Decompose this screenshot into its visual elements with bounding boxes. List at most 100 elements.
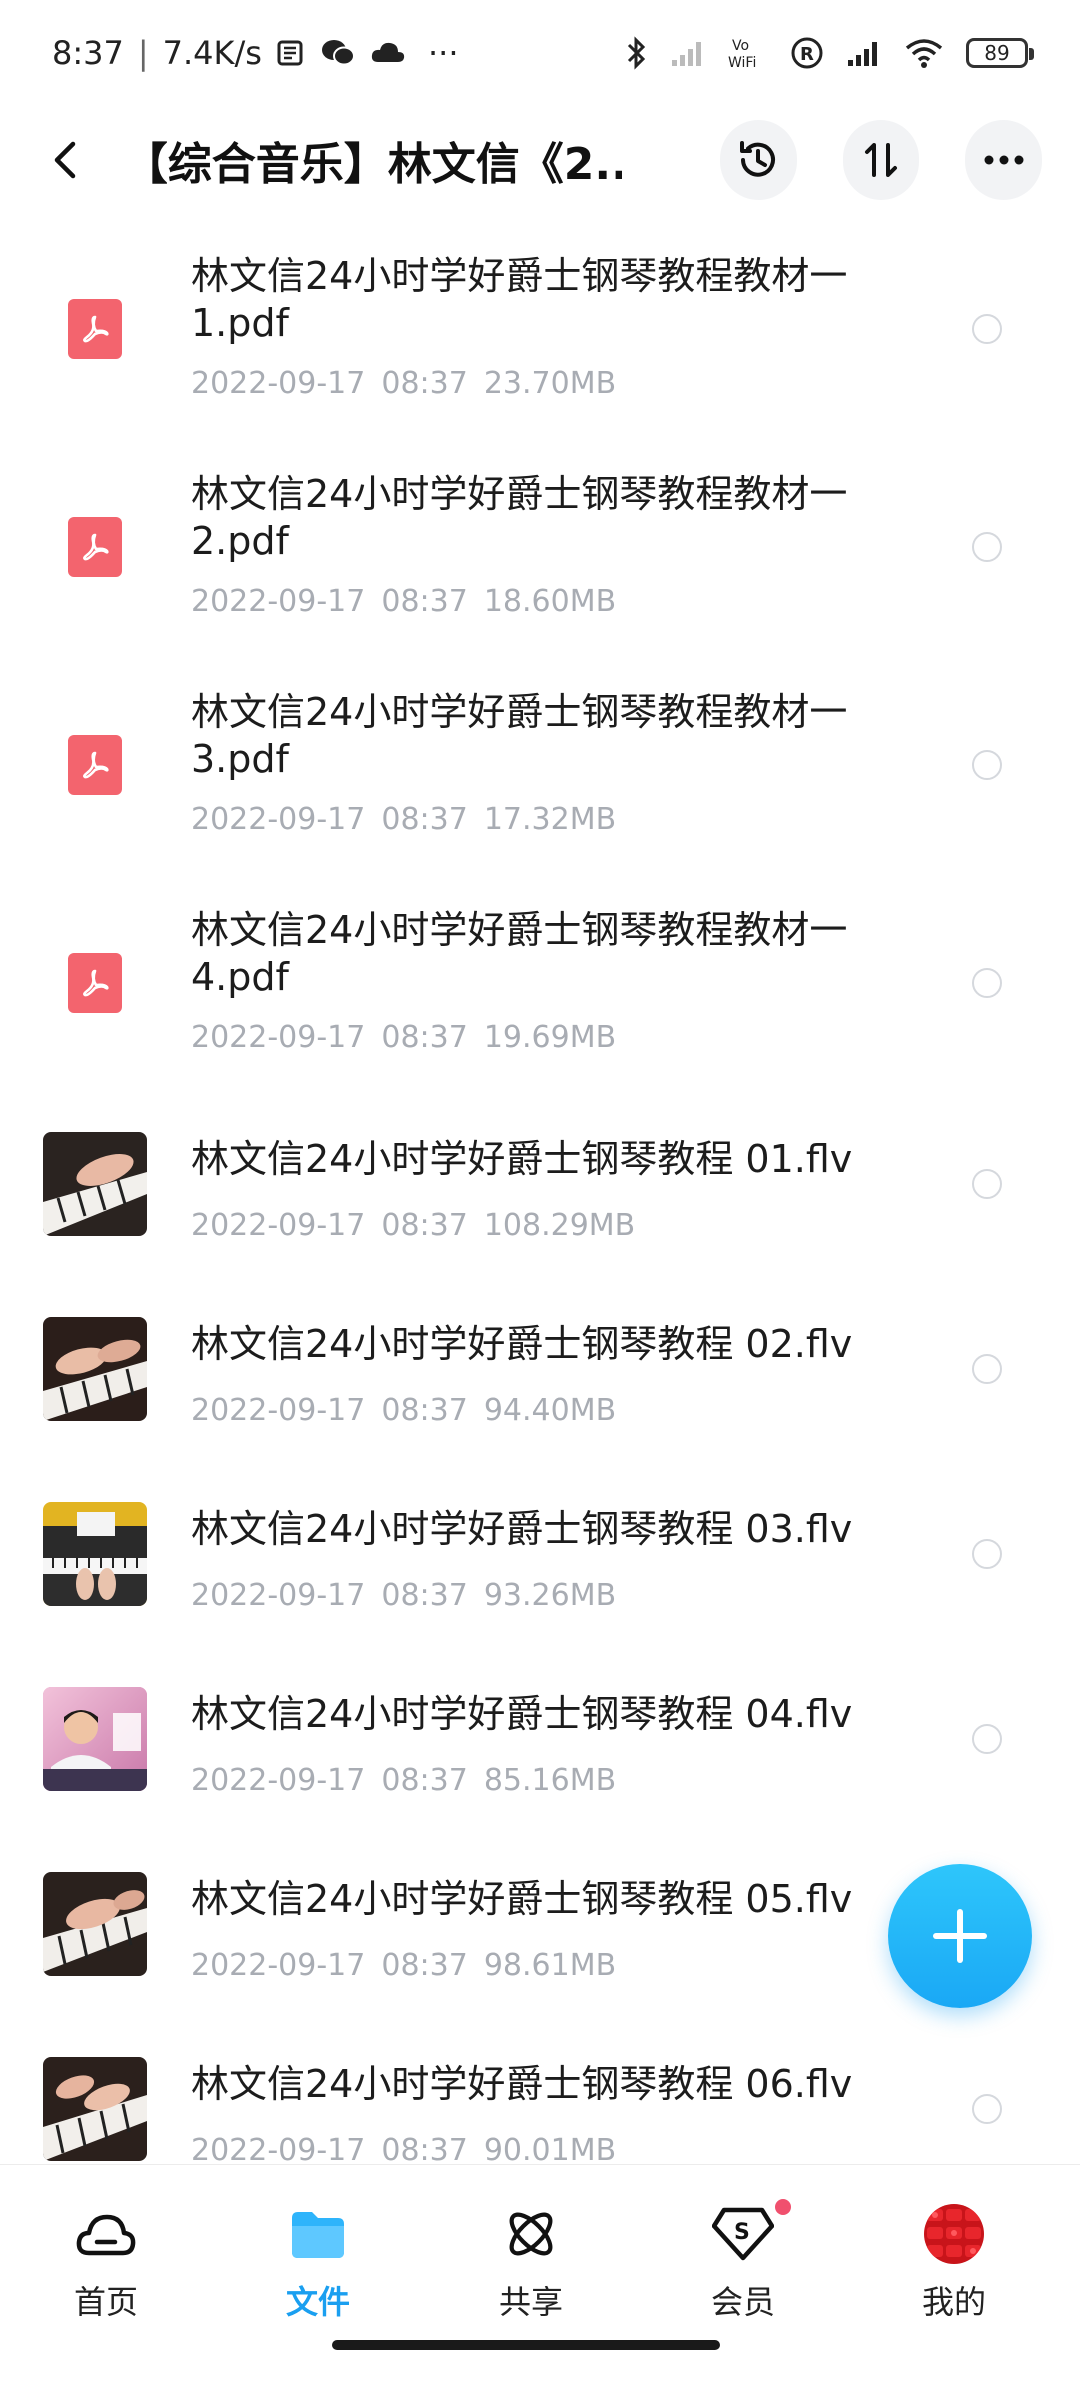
video-thumbnail <box>43 1317 147 1421</box>
back-arrow-icon <box>54 141 76 179</box>
pdf-file-icon <box>68 299 122 359</box>
file-meta: 2022-09-17 08:37 17.32MB <box>191 802 632 837</box>
diamond-s-icon: S <box>712 2203 774 2265</box>
file-browser-screen: 8:37 | 7.4K/s ··· Vo WiFi R 89 【综合音乐】林文信… <box>0 0 1080 2400</box>
file-name: 林文信24小时学好爵士钢琴教程 01.flv <box>191 1137 853 1181</box>
file-time: 08:37 <box>381 366 468 401</box>
file-meta: 2022-09-17 08:37 23.70MB <box>191 366 632 401</box>
nav-label: 共享 <box>498 2283 563 2321</box>
plus-icon <box>933 1909 987 1963</box>
file-meta: 2022-09-17 08:37 98.61MB <box>191 1948 632 1983</box>
back-button[interactable] <box>38 118 90 202</box>
nav-share[interactable]: 共享 <box>461 2203 601 2323</box>
nav-vip[interactable]: S 会员 <box>673 2199 813 2323</box>
select-checkbox[interactable] <box>972 1539 1002 1569</box>
select-checkbox[interactable] <box>972 1169 1002 1199</box>
more-notifications-icon: ··· <box>427 33 459 72</box>
file-name: 林文信24小时学好爵士钢琴教程 05.flv <box>191 1877 853 1921</box>
nav-label: 会员 <box>710 2283 775 2321</box>
file-time: 08:37 <box>381 1393 468 1428</box>
history-button[interactable] <box>720 120 797 200</box>
history-icon <box>740 141 776 177</box>
header: 【综合音乐】林文信《2... <box>0 118 1080 202</box>
file-meta: 2022-09-17 08:37 85.16MB <box>191 1763 632 1798</box>
avatar <box>923 2203 985 2265</box>
roaming-icon: R <box>790 36 824 70</box>
file-row[interactable]: 林文信24小时学好爵士钢琴教程教材一3.pdf 2022-09-17 08:37 1… <box>0 656 1080 874</box>
file-date: 2022-09-17 <box>191 2133 366 2168</box>
file-row[interactable]: 林文信24小时学好爵士钢琴教程教材一4.pdf 2022-09-17 08:37 1… <box>0 874 1080 1092</box>
file-size: 93.26MB <box>483 1578 617 1613</box>
bluetooth-icon <box>626 35 648 71</box>
add-button[interactable] <box>888 1864 1032 2008</box>
bottom-nav: 首页 文件 共享 S 会员 我的 <box>0 2164 1080 2400</box>
video-thumbnail <box>43 1502 147 1606</box>
file-time: 08:37 <box>381 1763 468 1798</box>
nav-profile[interactable]: 我的 <box>884 2203 1024 2323</box>
nav-files[interactable]: 文件 <box>248 2203 388 2323</box>
file-time: 08:37 <box>381 1578 468 1613</box>
file-row[interactable]: 林文信24小时学好爵士钢琴教程 02.flv 2022-09-17 08:37 94… <box>0 1277 1080 1462</box>
more-dots-icon <box>984 155 1024 165</box>
file-date: 2022-09-17 <box>191 1763 366 1798</box>
file-time: 08:37 <box>381 2133 468 2168</box>
file-meta: 2022-09-17 08:37 108.29MB <box>191 1208 651 1243</box>
select-checkbox[interactable] <box>972 2094 1002 2124</box>
file-time: 08:37 <box>381 584 468 619</box>
svg-text:S: S <box>734 2220 750 2245</box>
video-thumbnail <box>43 1872 147 1976</box>
file-name: 林文信24小时学好爵士钢琴教程教材一1.pdf <box>191 254 848 345</box>
file-meta: 2022-09-17 08:37 93.26MB <box>191 1578 632 1613</box>
pdf-file-icon <box>68 517 122 577</box>
file-size: 94.40MB <box>483 1393 617 1428</box>
file-meta: 2022-09-17 08:37 94.40MB <box>191 1393 632 1428</box>
file-name: 林文信24小时学好爵士钢琴教程教材一4.pdf <box>191 908 848 999</box>
select-checkbox[interactable] <box>972 314 1002 344</box>
select-checkbox[interactable] <box>972 750 1002 780</box>
file-size: 17.32MB <box>483 802 617 837</box>
file-time: 08:37 <box>381 1948 468 1983</box>
wechat-icon <box>320 37 356 69</box>
file-name: 林文信24小时学好爵士钢琴教程 06.flv <box>191 2062 853 2106</box>
page-title: 【综合音乐】林文信《2... <box>123 139 623 190</box>
home-indicator[interactable] <box>332 2340 720 2350</box>
file-size: 23.70MB <box>483 366 617 401</box>
file-row[interactable]: 林文信24小时学好爵士钢琴教程 01.flv 2022-09-17 08:37 10… <box>0 1092 1080 1277</box>
file-row[interactable]: 林文信24小时学好爵士钢琴教程 04.flv 2022-09-17 08:37 85… <box>0 1647 1080 1832</box>
file-meta: 2022-09-17 08:37 90.01MB <box>191 2133 632 2168</box>
file-row[interactable]: 林文信24小时学好爵士钢琴教程教材一1.pdf 2022-09-17 08:37 2… <box>0 220 1080 438</box>
file-size: 98.61MB <box>483 1948 617 1983</box>
select-checkbox[interactable] <box>972 1724 1002 1754</box>
file-name: 林文信24小时学好爵士钢琴教程 02.flv <box>191 1322 853 1366</box>
file-date: 2022-09-17 <box>191 366 366 401</box>
file-meta: 2022-09-17 08:37 19.69MB <box>191 1020 632 1055</box>
sort-button[interactable] <box>842 120 920 200</box>
file-size: 90.01MB <box>483 2133 617 2168</box>
more-options-button[interactable] <box>965 120 1042 200</box>
nav-home[interactable]: 首页 <box>36 2203 176 2323</box>
file-row[interactable]: 林文信24小时学好爵士钢琴教程教材一2.pdf 2022-09-17 08:37 1… <box>0 438 1080 656</box>
file-meta: 2022-09-17 08:37 18.60MB <box>191 584 632 619</box>
file-size: 85.16MB <box>483 1763 617 1798</box>
file-date: 2022-09-17 <box>191 1393 366 1428</box>
file-time: 08:37 <box>381 1208 468 1243</box>
select-checkbox[interactable] <box>972 1354 1002 1384</box>
status-bar: 8:37 | 7.4K/s ··· Vo WiFi R 89 <box>0 0 1080 105</box>
video-thumbnail <box>43 2057 147 2161</box>
status-time: 8:37 <box>52 33 124 72</box>
file-size: 18.60MB <box>483 584 617 619</box>
file-size: 108.29MB <box>483 1208 636 1243</box>
video-thumbnail <box>43 1687 147 1791</box>
nav-label: 首页 <box>73 2283 138 2321</box>
nav-label: 我的 <box>921 2283 986 2321</box>
select-checkbox[interactable] <box>972 532 1002 562</box>
atom-icon <box>500 2203 562 2265</box>
cloud-status-icon <box>370 40 406 66</box>
file-name: 林文信24小时学好爵士钢琴教程 04.flv <box>191 1692 853 1736</box>
file-date: 2022-09-17 <box>191 584 366 619</box>
wifi-icon <box>904 37 944 69</box>
svg-text:R: R <box>800 44 814 65</box>
select-checkbox[interactable] <box>972 968 1002 998</box>
file-row[interactable]: 林文信24小时学好爵士钢琴教程 03.flv 2022-09-17 08:37 93… <box>0 1462 1080 1647</box>
file-time: 08:37 <box>381 1020 468 1055</box>
